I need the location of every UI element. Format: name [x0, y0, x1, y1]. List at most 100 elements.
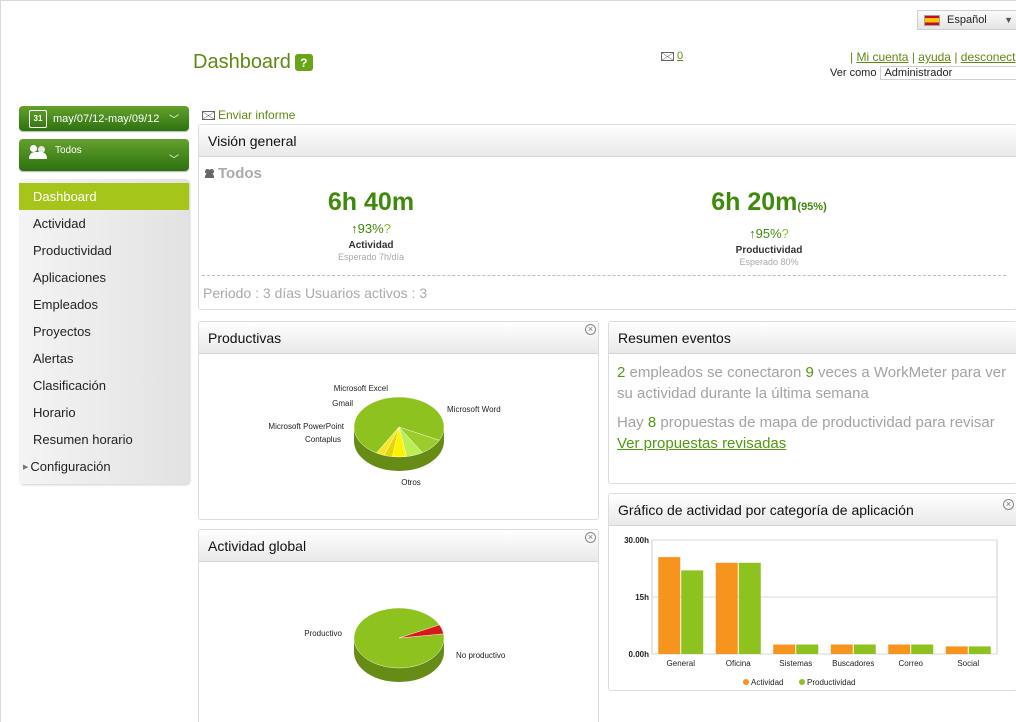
close-icon[interactable]: ×	[585, 532, 596, 543]
date-range-button[interactable]: 31 may/07/12-may/09/12 ﹀	[19, 106, 189, 131]
messages-count[interactable]: 0	[677, 50, 683, 62]
resumen-paragraph-1: 2 empleados se conectaron 9 veces a Work…	[617, 362, 1008, 404]
overview-users-label: Todos	[218, 165, 262, 182]
nav-item-horario[interactable]: Horario	[19, 399, 189, 426]
account-links: | Mi cuenta | ayuda | desconect	[850, 50, 1015, 64]
bar-productividad-buscadores	[853, 644, 876, 654]
help-icon[interactable]: ?	[384, 221, 391, 236]
actividad-global-header: Actividad global	[199, 530, 598, 562]
date-range-label: may/07/12-may/09/12	[53, 112, 160, 125]
nav-item-clasificacion[interactable]: Clasificación	[19, 372, 189, 399]
spain-flag-icon	[924, 14, 940, 26]
legend-dot	[743, 679, 749, 685]
close-icon[interactable]: ×	[1003, 499, 1014, 510]
help-icon[interactable]: ?	[294, 54, 313, 71]
actividad-global-pie-chart: Productivo No productivo	[304, 607, 506, 682]
pie-label: Gmail	[332, 399, 353, 408]
productivas-panel: Productivas Otros Microsoft Word Microsoft…	[198, 321, 599, 520]
bar-actividad-correo	[888, 644, 911, 654]
pie-label: Microsoft Excel	[334, 384, 388, 393]
productivity-expected: Esperado 80%	[739, 257, 799, 267]
pie-label: Productivo	[304, 629, 342, 638]
nav-item-alertas[interactable]: Alertas	[19, 345, 189, 372]
productivas-header: Productivas	[199, 322, 598, 354]
sidebar-nav: Dashboard Actividad Productividad Aplica…	[19, 179, 189, 484]
nav-item-proyectos[interactable]: Proyectos	[19, 318, 189, 345]
users-icon	[205, 169, 215, 178]
legend-label: Productividad	[807, 678, 855, 687]
grafico-actividad-bar-chart: 30.00h 15h 0.00h General Oficina Sistemas Busc…	[624, 536, 998, 687]
ver-como-select[interactable]: Administrador	[880, 66, 1016, 80]
desconectar-link[interactable]: desconect	[961, 50, 1016, 64]
pie-label: Otros	[401, 478, 421, 487]
messages-link[interactable]: 0	[661, 50, 683, 62]
bar-productividad-oficina	[738, 562, 761, 654]
x-tick-label: Buscadores	[832, 659, 874, 668]
activity-pct: ↑93%?	[261, 221, 481, 236]
ayuda-link[interactable]: ayuda	[918, 50, 951, 64]
bar-actividad-general	[658, 557, 681, 654]
nav-item-configuracion-label: Configuración	[30, 459, 111, 474]
bar-productividad-sistemas	[796, 644, 819, 654]
nav-item-productividad[interactable]: Productividad	[19, 237, 189, 264]
nav-item-actividad[interactable]: Actividad	[19, 210, 189, 237]
productivity-stat: 6h 20m(95%) ↑95%? Productividad Esperado…	[659, 188, 879, 267]
link-separator: |	[950, 50, 961, 64]
ver-propuestas-link[interactable]: Ver propuestas revisadas	[617, 435, 786, 452]
resumen-eventos-body: 2 empleados se conectaron 9 veces a Work…	[609, 354, 1016, 462]
pie-label: Contaplus	[305, 435, 341, 444]
users-icon	[29, 145, 49, 159]
ver-como: Ver como Administrador	[830, 66, 1016, 80]
productivity-label: Productividad	[735, 245, 803, 256]
x-tick-label: General	[667, 659, 696, 668]
y-tick-label: 30.00h	[624, 536, 649, 545]
resumen-text: propuestas de mapa de productividad para…	[656, 414, 995, 431]
proposals-count: 8	[647, 414, 657, 431]
bar-productividad-social	[968, 646, 991, 654]
x-tick-label: Oficina	[726, 659, 751, 668]
close-icon[interactable]: ×	[585, 324, 596, 335]
language-label: Español	[947, 14, 987, 26]
y-tick-label: 0.00h	[629, 650, 650, 659]
ver-como-label: Ver como	[830, 67, 877, 79]
grafico-actividad-panel: Gráfico de actividad por categoría de ap…	[608, 493, 1016, 691]
nav-item-dashboard[interactable]: Dashboard	[19, 183, 189, 210]
activity-expected: Esperado 7h/día	[337, 252, 405, 262]
mi-cuenta-link[interactable]: Mi cuenta	[856, 50, 908, 64]
activity-value: 6h 40m	[327, 188, 415, 216]
activity-label: Actividad	[348, 240, 394, 251]
nav-item-configuracion[interactable]: ▶ Configuración	[19, 453, 189, 480]
help-icon[interactable]: ?	[782, 226, 789, 241]
grafico-actividad-header: Gráfico de actividad por categoría de ap…	[609, 494, 1016, 526]
productivas-pie-chart: Otros Microsoft Word Microsoft Excel Gmail M…	[268, 384, 501, 487]
bar-actividad-sistemas	[773, 644, 796, 654]
chevron-down-icon: ▼	[1004, 15, 1013, 25]
calendar-icon: 31	[29, 109, 47, 128]
productivity-pct: ↑95%?	[659, 226, 879, 241]
chevron-down-icon: ﹀	[169, 115, 179, 126]
legend-label: Actividad	[751, 678, 783, 687]
pie-label: Microsoft PowerPoint	[268, 422, 344, 431]
activity-pct-value: 93%	[357, 221, 384, 236]
activity-stat: 6h 40m ↑93%? Actividad Esperado 7h/día	[261, 188, 481, 262]
productivity-pct-value: 95%	[755, 226, 782, 241]
bar-actividad-buscadores	[830, 644, 853, 654]
overview-divider	[202, 275, 1006, 276]
overview-users: Todos	[205, 165, 262, 182]
send-report-link[interactable]: Enviar informe	[202, 108, 295, 122]
send-report-label: Enviar informe	[218, 108, 296, 122]
language-select[interactable]: Español ▼	[917, 10, 1016, 30]
nav-item-aplicaciones[interactable]: Aplicaciones	[19, 264, 189, 291]
y-tick-label: 15h	[635, 593, 649, 602]
expand-triangle-icon: ▶	[23, 463, 29, 471]
envelope-icon	[661, 51, 674, 61]
productivity-value-main: 6h 20m	[711, 188, 798, 216]
connections-count: 9	[805, 364, 814, 381]
overview-period: Periodo : 3 días Usuarios activos : 3	[203, 285, 428, 301]
overview-panel: Visión general Todos 6h 40m ↑93%? Activi…	[198, 124, 1016, 310]
nav-item-empleados[interactable]: Empleados	[19, 291, 189, 318]
nav-item-resumen-horario[interactable]: Resumen horario	[19, 426, 189, 453]
users-filter-button[interactable]: Todos ﹀	[19, 139, 189, 171]
pie-label: Microsoft Word	[447, 405, 501, 414]
x-tick-label: Sistemas	[779, 659, 812, 668]
